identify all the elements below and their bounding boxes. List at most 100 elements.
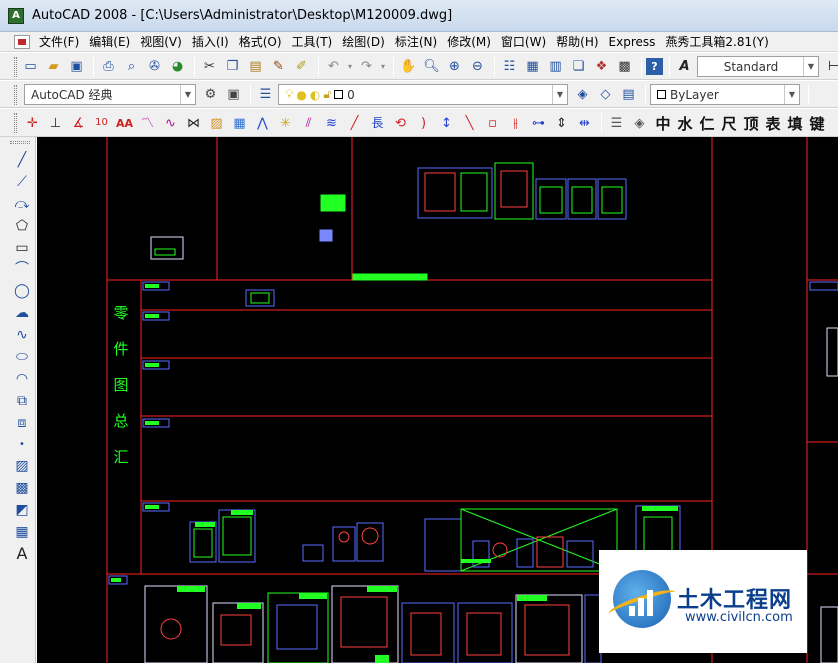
new-file-icon[interactable]: ▭ (20, 56, 41, 77)
undo-dropdown-icon[interactable]: ▾ (346, 56, 354, 77)
stretch-icon[interactable]: ⇕ (551, 113, 572, 134)
menu-tools[interactable]: 工具(T) (289, 34, 340, 50)
open-folder-icon[interactable]: ▰ (43, 56, 64, 77)
block-editor-icon[interactable]: ✐ (291, 56, 312, 77)
number-icon[interactable]: 10 (91, 113, 112, 134)
zoom-window-icon[interactable]: ⊕ (444, 56, 465, 77)
my-workspace-icon[interactable]: ▣ (223, 84, 244, 105)
line-icon[interactable]: ╱ (11, 149, 33, 171)
revision-cloud-icon[interactable]: ☁︎ (11, 302, 33, 324)
align-icon[interactable]: ⇹ (574, 113, 595, 134)
layer-stack-icon[interactable]: ☰ (606, 113, 627, 134)
toolbar-grip[interactable] (14, 85, 17, 105)
text-style-icon[interactable]: A (674, 56, 695, 77)
region-icon[interactable]: ◩ (11, 499, 33, 521)
hatch-icon[interactable]: ▨ (206, 113, 227, 134)
yanxiu-tool-ding[interactable]: 顶 (740, 112, 762, 134)
publish-icon[interactable]: ✇ (144, 56, 165, 77)
chevron-down-icon[interactable]: ▼ (803, 57, 818, 76)
text-aa-icon[interactable]: AA (114, 113, 135, 134)
star-burst-icon[interactable]: ✳ (275, 113, 296, 134)
spline-icon[interactable]: ∿ (160, 113, 181, 134)
layer-manager-icon[interactable]: ☰ (255, 84, 276, 105)
spline-icon[interactable]: ∿ (11, 324, 33, 346)
angle-icon[interactable]: ∡ (68, 113, 89, 134)
zoom-realtime-icon[interactable]: 🔍︎ (421, 56, 442, 77)
redo-icon[interactable]: ↷ (356, 56, 377, 77)
arc-pair-icon[interactable]: ) (413, 113, 434, 134)
paste-icon[interactable]: ▤ (245, 56, 266, 77)
dimension-style-icon[interactable]: ⊢ (823, 56, 838, 77)
yanxiu-tool-jian[interactable]: 键 (806, 112, 828, 134)
cut-icon[interactable]: ✂ (199, 56, 220, 77)
autocad-app-icon[interactable]: A (8, 8, 24, 24)
color-control-select[interactable]: ByLayer ▼ (650, 84, 800, 105)
pan-realtime-icon[interactable]: ✋ (398, 56, 419, 77)
yanxiu-tool-zhong[interactable]: 中 (652, 112, 674, 134)
vertical-dimension-icon[interactable]: ↕ (436, 113, 457, 134)
menu-help[interactable]: 帮助(H) (553, 34, 605, 50)
length-icon[interactable]: 長 (367, 113, 388, 134)
quickcalc-icon[interactable]: ▩ (614, 56, 635, 77)
undo-icon[interactable]: ↶ (323, 56, 344, 77)
gradient-icon[interactable]: ▩ (11, 477, 33, 499)
yanxiu-tool-chi[interactable]: 尺 (718, 112, 740, 134)
print-preview-icon[interactable]: ⌕ (121, 56, 142, 77)
yanxiu-tool-tian[interactable]: 填 (784, 112, 806, 134)
layer-toggle-icon[interactable]: ◈ (629, 113, 650, 134)
horizontal-dimension-icon[interactable]: ⊥ (45, 113, 66, 134)
properties-icon[interactable]: ☷ (499, 56, 520, 77)
rectangle-icon[interactable]: ▭ (11, 237, 33, 259)
point-icon[interactable]: • (11, 434, 33, 456)
text-style-select[interactable]: Standard ▼ (697, 56, 819, 77)
layer-previous-icon[interactable]: ◇ (595, 84, 616, 105)
chevron-down-icon[interactable]: ▼ (784, 85, 799, 104)
yanxiu-tool-ren[interactable]: 仁 (696, 112, 718, 134)
menu-dimension[interactable]: 标注(N) (392, 34, 444, 50)
layer-select[interactable]: 💡︎ ● ◐ 🔓︎ 0 ▼ (278, 84, 568, 105)
help-icon[interactable]: ? (646, 58, 663, 75)
toolbar-grip[interactable] (14, 113, 17, 133)
3d-dwf-icon[interactable]: ◕ (167, 56, 188, 77)
multiline-text-icon[interactable]: A (11, 543, 33, 565)
save-icon[interactable]: ▣ (66, 56, 87, 77)
workspace-settings-icon[interactable]: ⚙ (200, 84, 221, 105)
sheet-set-icon[interactable]: ❏ (568, 56, 589, 77)
zoom-previous-icon[interactable]: ⊖ (467, 56, 488, 77)
arc-icon[interactable]: ⌒ (11, 258, 33, 280)
crosshair-icon[interactable]: ✛ (22, 113, 43, 134)
rotate-rect-icon[interactable]: ⟲ (390, 113, 411, 134)
layer-states-icon[interactable]: ▤ (618, 84, 639, 105)
stripe-icon[interactable]: ⫽ (298, 113, 319, 134)
workspace-select[interactable]: AutoCAD 经典 ▼ (24, 84, 196, 105)
print-icon[interactable]: ⎙ (98, 56, 119, 77)
menu-draw[interactable]: 绘图(D) (339, 34, 392, 50)
redo-dropdown-icon[interactable]: ▾ (379, 56, 387, 77)
make-block-icon[interactable]: ⧈ (11, 412, 33, 434)
menu-express[interactable]: Express (606, 34, 663, 50)
diagonal-break-icon[interactable]: ╲ (459, 113, 480, 134)
yanxiu-tool-biao[interactable]: 表 (762, 112, 784, 134)
bracket-icon[interactable]: ⋈ (183, 113, 204, 134)
match-properties-icon[interactable]: ✎ (268, 56, 289, 77)
insert-block-icon[interactable]: ⧉ (11, 390, 33, 412)
polyline-icon[interactable]: ⤼ (11, 193, 33, 215)
markup-set-icon[interactable]: ❖ (591, 56, 612, 77)
menu-insert[interactable]: 插入(I) (189, 34, 236, 50)
wave-icon[interactable]: 〽 (137, 113, 158, 134)
diagonal-line-icon[interactable]: ╱ (344, 113, 365, 134)
yanxiu-tool-shui[interactable]: 水 (674, 112, 696, 134)
make-object-layer-current-icon[interactable]: ◈ (572, 84, 593, 105)
bars-icon[interactable]: ▦ (229, 113, 250, 134)
toolbar-grip[interactable] (14, 57, 17, 77)
design-center-icon[interactable]: ▦ (522, 56, 543, 77)
multi-line-icon[interactable]: ≋ (321, 113, 342, 134)
polygon-icon[interactable]: ⬠ (11, 215, 33, 237)
menu-format[interactable]: 格式(O) (236, 34, 289, 50)
ellipse-icon[interactable]: ⬭ (11, 346, 33, 368)
toolbar-grip[interactable] (10, 141, 30, 144)
menu-view[interactable]: 视图(V) (137, 34, 189, 50)
trim-icon[interactable]: ⫲ (505, 113, 526, 134)
menu-window[interactable]: 窗口(W) (498, 34, 553, 50)
arch-icon[interactable]: ⋀ (252, 113, 273, 134)
